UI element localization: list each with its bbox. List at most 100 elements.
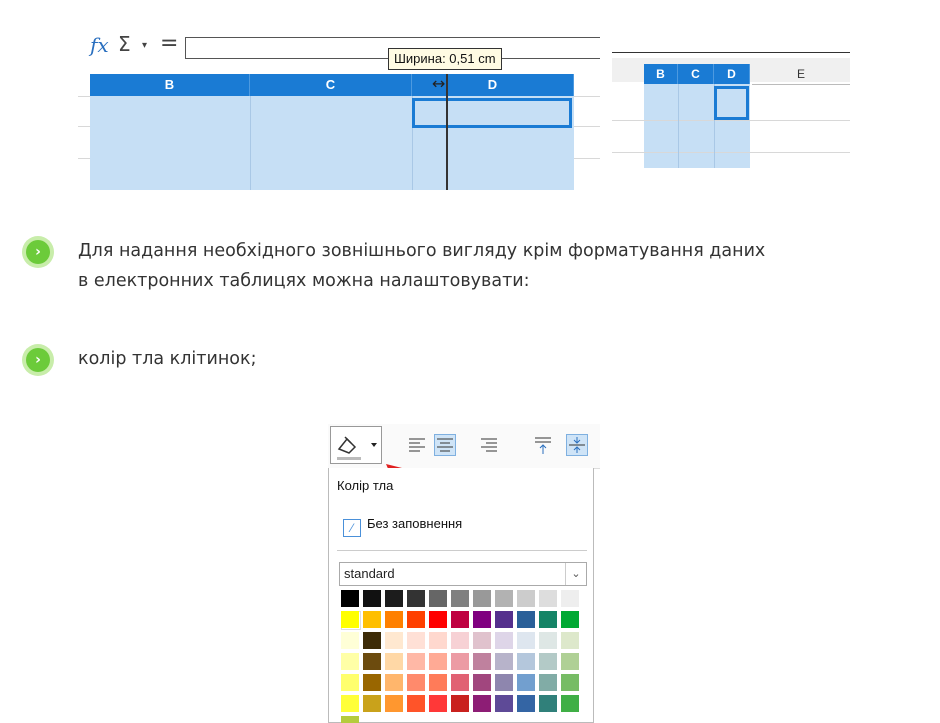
color-swatch[interactable] xyxy=(451,674,469,691)
align-top-icon[interactable] xyxy=(532,434,554,456)
color-swatch[interactable] xyxy=(429,632,447,649)
spreadsheet-column-resize-screenshot: fx Σ ▾ = B C D ↔ Ширина: 0,51 cm xyxy=(78,30,600,190)
color-swatch[interactable] xyxy=(363,695,381,712)
color-swatch[interactable] xyxy=(473,674,491,691)
color-swatch[interactable] xyxy=(385,590,403,607)
color-swatch[interactable] xyxy=(517,590,535,607)
color-swatch[interactable] xyxy=(385,695,403,712)
color-swatch[interactable] xyxy=(517,653,535,670)
color-swatch[interactable] xyxy=(429,653,447,670)
color-swatch[interactable] xyxy=(517,632,535,649)
color-swatch[interactable] xyxy=(539,611,557,628)
background-color-button[interactable] xyxy=(330,426,382,464)
function-wizard-button[interactable]: fx xyxy=(90,33,109,57)
color-swatch[interactable] xyxy=(451,611,469,628)
color-swatch[interactable] xyxy=(495,632,513,649)
color-swatch[interactable] xyxy=(539,695,557,712)
color-swatch[interactable] xyxy=(341,653,359,670)
color-swatch[interactable] xyxy=(561,611,579,628)
column-header-b[interactable]: B xyxy=(90,74,250,96)
color-swatch[interactable] xyxy=(407,611,425,628)
column-header-c[interactable]: C xyxy=(678,64,714,84)
color-swatch[interactable] xyxy=(385,674,403,691)
color-swatch[interactable] xyxy=(341,611,359,628)
column-header-e[interactable]: E xyxy=(752,64,850,85)
color-swatch[interactable] xyxy=(429,611,447,628)
background-color-dropdown: Колір тла ⁄ Без заповнення standard ⌄ xyxy=(328,468,594,723)
color-swatch[interactable] xyxy=(451,632,469,649)
color-swatch[interactable] xyxy=(341,674,359,691)
color-swatch[interactable] xyxy=(561,695,579,712)
color-swatch[interactable] xyxy=(363,653,381,670)
column-resize-guide[interactable] xyxy=(446,74,448,190)
color-swatch[interactable] xyxy=(495,590,513,607)
column-header-d[interactable]: D xyxy=(714,64,750,84)
color-swatch[interactable] xyxy=(429,695,447,712)
color-swatch[interactable] xyxy=(407,674,425,691)
formula-bar: fx Σ ▾ = xyxy=(78,30,600,66)
color-swatch[interactable] xyxy=(473,653,491,670)
color-swatch[interactable] xyxy=(451,590,469,607)
color-swatch[interactable] xyxy=(407,695,425,712)
sum-button[interactable]: Σ xyxy=(118,32,131,56)
color-swatch[interactable] xyxy=(539,674,557,691)
color-swatch[interactable] xyxy=(363,632,381,649)
color-swatch[interactable] xyxy=(385,653,403,670)
formula-button[interactable]: = xyxy=(160,31,178,56)
active-cell[interactable] xyxy=(412,98,572,128)
color-swatch[interactable] xyxy=(495,695,513,712)
color-swatch[interactable] xyxy=(341,590,359,607)
color-swatch[interactable] xyxy=(517,674,535,691)
column-header-c[interactable]: C xyxy=(250,74,412,96)
color-swatch[interactable] xyxy=(363,674,381,691)
color-swatch[interactable] xyxy=(495,611,513,628)
background-color-popup-screenshot: Колір тла ⁄ Без заповнення standard ⌄ xyxy=(328,424,600,723)
color-swatch[interactable] xyxy=(517,611,535,628)
no-fill-option[interactable]: ⁄ Без заповнення xyxy=(343,516,462,537)
color-swatch[interactable] xyxy=(495,653,513,670)
color-swatch[interactable] xyxy=(561,674,579,691)
chevron-down-icon[interactable]: ⌄ xyxy=(565,563,586,585)
color-swatch[interactable] xyxy=(451,653,469,670)
color-swatch[interactable] xyxy=(385,611,403,628)
color-swatch[interactable] xyxy=(341,695,359,712)
align-left-icon[interactable] xyxy=(406,434,428,456)
chevron-down-icon[interactable]: ▾ xyxy=(142,40,147,51)
color-swatch[interactable] xyxy=(429,674,447,691)
color-swatch[interactable] xyxy=(561,653,579,670)
no-fill-label: Без заповнення xyxy=(367,516,463,531)
color-swatch[interactable] xyxy=(429,590,447,607)
color-swatch[interactable] xyxy=(517,695,535,712)
align-middle-icon[interactable] xyxy=(566,434,588,456)
color-swatch[interactable] xyxy=(407,632,425,649)
divider xyxy=(612,52,850,53)
color-swatch[interactable] xyxy=(561,632,579,649)
bullet-text: колір тла клітинок; xyxy=(78,344,256,374)
color-swatch[interactable] xyxy=(407,653,425,670)
swatch-row xyxy=(341,674,587,712)
resize-cursor-icon: ↔ xyxy=(432,74,446,93)
color-swatch[interactable] xyxy=(473,632,491,649)
color-swatch[interactable] xyxy=(473,695,491,712)
column-header-b[interactable]: B xyxy=(644,64,678,84)
color-swatch[interactable] xyxy=(539,632,557,649)
spreadsheet-narrow-columns-screenshot: B C D E xyxy=(612,46,850,168)
color-swatch[interactable] xyxy=(495,674,513,691)
divider xyxy=(337,550,587,551)
color-swatch[interactable] xyxy=(451,695,469,712)
color-swatch[interactable] xyxy=(407,590,425,607)
color-swatch[interactable] xyxy=(363,611,381,628)
color-swatch[interactable] xyxy=(539,653,557,670)
color-swatch[interactable] xyxy=(539,590,557,607)
color-swatch[interactable] xyxy=(473,611,491,628)
color-swatch[interactable] xyxy=(561,590,579,607)
color-swatch[interactable] xyxy=(473,590,491,607)
color-swatch[interactable] xyxy=(363,590,381,607)
color-swatch[interactable] xyxy=(341,632,359,649)
palette-select[interactable]: standard ⌄ xyxy=(339,562,587,586)
align-right-icon[interactable] xyxy=(478,434,500,456)
color-swatch[interactable] xyxy=(385,632,403,649)
color-swatch[interactable] xyxy=(341,716,359,723)
align-center-icon[interactable] xyxy=(434,434,456,456)
active-cell[interactable] xyxy=(714,86,749,120)
